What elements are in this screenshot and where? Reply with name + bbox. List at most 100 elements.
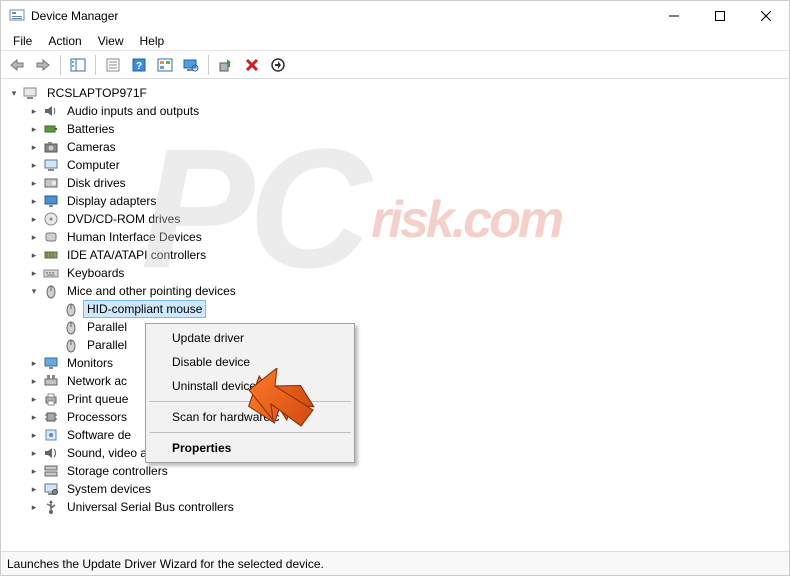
expander-icon[interactable]: ▸ — [27, 212, 41, 226]
expander-icon[interactable]: ▸ — [27, 428, 41, 442]
tree-category-row[interactable]: ▸ Software de — [7, 426, 789, 444]
expander-icon[interactable]: ▸ — [27, 122, 41, 136]
tree-category-row[interactable]: ▸ Keyboards — [7, 264, 789, 282]
tree-category-label[interactable]: Storage controllers — [63, 462, 172, 480]
tree-root-label[interactable]: RCSLAPTOP971F — [43, 84, 151, 102]
tree-category-row[interactable]: ▸ Human Interface Devices — [7, 228, 789, 246]
tree-category-row[interactable]: ▸ Batteries — [7, 120, 789, 138]
tree-category-label[interactable]: Computer — [63, 156, 124, 174]
mouse-icon — [63, 319, 79, 335]
tree-device-label[interactable]: Parallel — [83, 318, 131, 336]
tree-category-row[interactable]: ▸ Storage controllers — [7, 462, 789, 480]
tree-category-label[interactable]: System devices — [63, 480, 155, 498]
tree-category-row[interactable]: ▸ Print queue — [7, 390, 789, 408]
tree-category-row[interactable]: ▸ Monitors — [7, 354, 789, 372]
ctx-update-driver[interactable]: Update driver — [148, 326, 352, 350]
tree-category-label[interactable]: Keyboards — [63, 264, 128, 282]
expander-down-icon[interactable]: ▾ — [7, 86, 21, 100]
tree-category-label[interactable]: Print queue — [63, 390, 132, 408]
expander-icon[interactable]: ▸ — [27, 374, 41, 388]
tree-category-row[interactable]: ▸ Display adapters — [7, 192, 789, 210]
tree-category-label[interactable]: IDE ATA/ATAPI controllers — [63, 246, 210, 264]
update-driver-icon — [218, 58, 234, 72]
tree-category-row[interactable]: ▸ DVD/CD-ROM drives — [7, 210, 789, 228]
tree-device-row[interactable]: HID-compliant mouse — [7, 300, 789, 318]
close-button[interactable] — [743, 1, 789, 31]
tree-category-label[interactable]: Monitors — [63, 354, 117, 372]
expander-icon[interactable]: ▸ — [27, 500, 41, 514]
tree-category-label[interactable]: Processors — [63, 408, 131, 426]
toolbar-help-button[interactable]: ? — [127, 53, 151, 77]
expander-icon[interactable]: ▸ — [27, 446, 41, 460]
ctx-disable-device[interactable]: Disable device — [148, 350, 352, 374]
tree-category-label[interactable]: Display adapters — [63, 192, 160, 210]
tree-category-row[interactable]: ▸ Network ac — [7, 372, 789, 390]
expander-icon[interactable]: ▸ — [27, 140, 41, 154]
expander-icon[interactable]: ▸ — [27, 266, 41, 280]
expander-icon[interactable]: ▸ — [27, 356, 41, 370]
tree-category-row[interactable]: ▸ Processors — [7, 408, 789, 426]
expander-icon[interactable]: ▸ — [27, 248, 41, 262]
tree-category-row[interactable]: ▸ Cameras — [7, 138, 789, 156]
battery-icon — [43, 121, 59, 137]
tree-category-label[interactable]: Network ac — [63, 372, 131, 390]
tree-category-row[interactable]: ▸ Universal Serial Bus controllers — [7, 498, 789, 516]
menu-view[interactable]: View — [90, 32, 132, 50]
tree-category-row[interactable]: ▸ Computer — [7, 156, 789, 174]
tree-device-row[interactable]: Parallel — [7, 318, 789, 336]
toolbar-back-button[interactable] — [5, 53, 29, 77]
tree-category-label[interactable]: DVD/CD-ROM drives — [63, 210, 184, 228]
tree-category-label[interactable]: Cameras — [63, 138, 120, 156]
expander-icon[interactable]: ▸ — [27, 392, 41, 406]
expander-icon[interactable]: ▸ — [27, 194, 41, 208]
expander-icon[interactable]: ▾ — [27, 284, 41, 298]
ctx-properties[interactable]: Properties — [148, 436, 352, 460]
device-tree[interactable]: ▾ RCSLAPTOP971F ▸ Audio inputs and output… — [1, 79, 789, 553]
menu-help[interactable]: Help — [132, 32, 173, 50]
camera-icon — [43, 139, 59, 155]
toolbar-tree-button[interactable] — [66, 53, 90, 77]
expander-icon[interactable]: ▸ — [27, 158, 41, 172]
tree-category-row[interactable]: ▸Sound, video and game controllers — [7, 444, 789, 462]
toolbar-forward-button[interactable] — [31, 53, 55, 77]
titlebar: Device Manager — [1, 1, 789, 31]
expander-icon[interactable]: ▸ — [27, 464, 41, 478]
tree-category-label[interactable]: Human Interface Devices — [63, 228, 206, 246]
tree-category-row[interactable]: ▸ Audio inputs and outputs — [7, 102, 789, 120]
expander-icon[interactable]: ▸ — [27, 230, 41, 244]
tree-category-label[interactable]: Audio inputs and outputs — [63, 102, 203, 120]
expander-icon[interactable]: ▸ — [27, 482, 41, 496]
tree-category-label[interactable]: Software de — [63, 426, 135, 444]
tree-category-row[interactable]: ▾ Mice and other pointing devices — [7, 282, 789, 300]
expander-none — [47, 302, 61, 316]
toolbar-update-driver-button[interactable] — [214, 53, 238, 77]
toolbar-action-button[interactable] — [153, 53, 177, 77]
menu-action[interactable]: Action — [40, 32, 89, 50]
menu-file[interactable]: File — [5, 32, 40, 50]
expander-icon[interactable]: ▸ — [27, 410, 41, 424]
mouse-icon — [63, 301, 79, 317]
toolbar-uninstall-button[interactable] — [240, 53, 264, 77]
tree-device-label[interactable]: Parallel — [83, 336, 131, 354]
toolbar-manage-button[interactable] — [266, 53, 290, 77]
expander-icon[interactable]: ▸ — [27, 104, 41, 118]
ctx-scan-hardware[interactable]: Scan for hardware c — [148, 405, 352, 429]
tree-root-row[interactable]: ▾ RCSLAPTOP971F — [7, 84, 789, 102]
tree-category-row[interactable]: ▸ IDE ATA/ATAPI controllers — [7, 246, 789, 264]
tree-category-row[interactable]: ▸ System devices — [7, 480, 789, 498]
toolbar-separator — [95, 55, 96, 75]
tree-category-label[interactable]: Batteries — [63, 120, 118, 138]
toolbar-properties-button[interactable] — [101, 53, 125, 77]
expander-icon[interactable]: ▸ — [27, 176, 41, 190]
tree-device-label[interactable]: HID-compliant mouse — [83, 300, 206, 318]
tree-category-label[interactable]: Disk drives — [63, 174, 130, 192]
minimize-button[interactable] — [651, 1, 697, 31]
tree-device-row[interactable]: Parallel — [7, 336, 789, 354]
tree-category-row[interactable]: ▸ Disk drives — [7, 174, 789, 192]
maximize-button[interactable] — [697, 1, 743, 31]
toolbar-scan-button[interactable] — [179, 53, 203, 77]
ctx-uninstall-device[interactable]: Uninstall device — [148, 374, 352, 398]
close-icon — [761, 11, 771, 21]
tree-category-label[interactable]: Mice and other pointing devices — [63, 282, 240, 300]
tree-category-label[interactable]: Universal Serial Bus controllers — [63, 498, 238, 516]
